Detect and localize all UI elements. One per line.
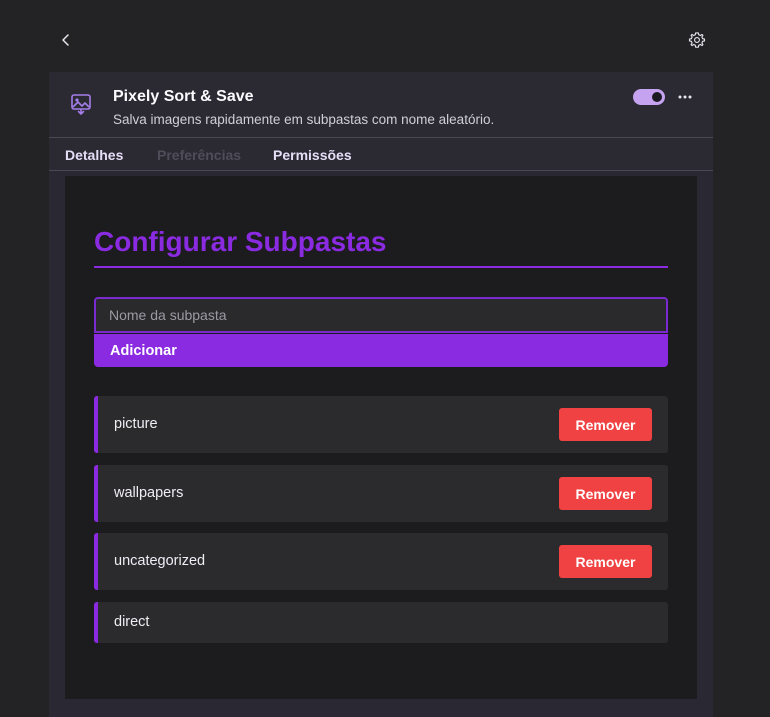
extension-name: Pixely Sort & Save bbox=[113, 88, 254, 105]
tab-permissions[interactable]: Permissões bbox=[273, 147, 352, 163]
add-button[interactable]: Adicionar bbox=[94, 334, 668, 367]
list-item: wallpapers Remover bbox=[94, 465, 668, 522]
options-page: Configurar Subpastas Adicionar picture R… bbox=[65, 176, 697, 699]
more-options-button[interactable] bbox=[673, 85, 697, 109]
settings-button[interactable] bbox=[685, 28, 709, 52]
page-title: Configurar Subpastas bbox=[94, 226, 668, 268]
subfolder-name: wallpapers bbox=[114, 485, 184, 501]
extension-header: Pixely Sort & Save Salva imagens rapidam… bbox=[49, 72, 713, 138]
chevron-left-icon bbox=[62, 34, 69, 46]
remove-button[interactable]: Remover bbox=[559, 545, 652, 578]
more-horizontal-icon bbox=[678, 95, 692, 99]
back-button[interactable] bbox=[54, 28, 78, 52]
toggle-knob bbox=[652, 92, 662, 102]
remove-button[interactable]: Remover bbox=[559, 408, 652, 441]
subfolder-name: uncategorized bbox=[114, 553, 206, 569]
tab-details[interactable]: Detalhes bbox=[65, 147, 123, 163]
remove-button[interactable]: Remover bbox=[559, 477, 652, 510]
list-item: uncategorized Remover bbox=[94, 533, 668, 590]
tab-preferences[interactable]: Preferências bbox=[157, 147, 241, 163]
subfolder-name: direct bbox=[114, 614, 150, 630]
extension-panel: Pixely Sort & Save Salva imagens rapidam… bbox=[49, 72, 713, 717]
list-item: picture Remover bbox=[94, 396, 668, 453]
extension-enable-toggle[interactable] bbox=[633, 89, 665, 105]
subfolder-name: picture bbox=[114, 416, 158, 432]
subfolder-name-input[interactable] bbox=[94, 297, 668, 333]
tab-bar: Detalhes Preferências Permissões bbox=[49, 137, 713, 171]
image-save-icon bbox=[69, 92, 93, 116]
gear-icon bbox=[688, 32, 706, 48]
extension-description: Salva imagens rapidamente em subpastas c… bbox=[113, 112, 495, 127]
list-item: direct bbox=[94, 602, 668, 643]
